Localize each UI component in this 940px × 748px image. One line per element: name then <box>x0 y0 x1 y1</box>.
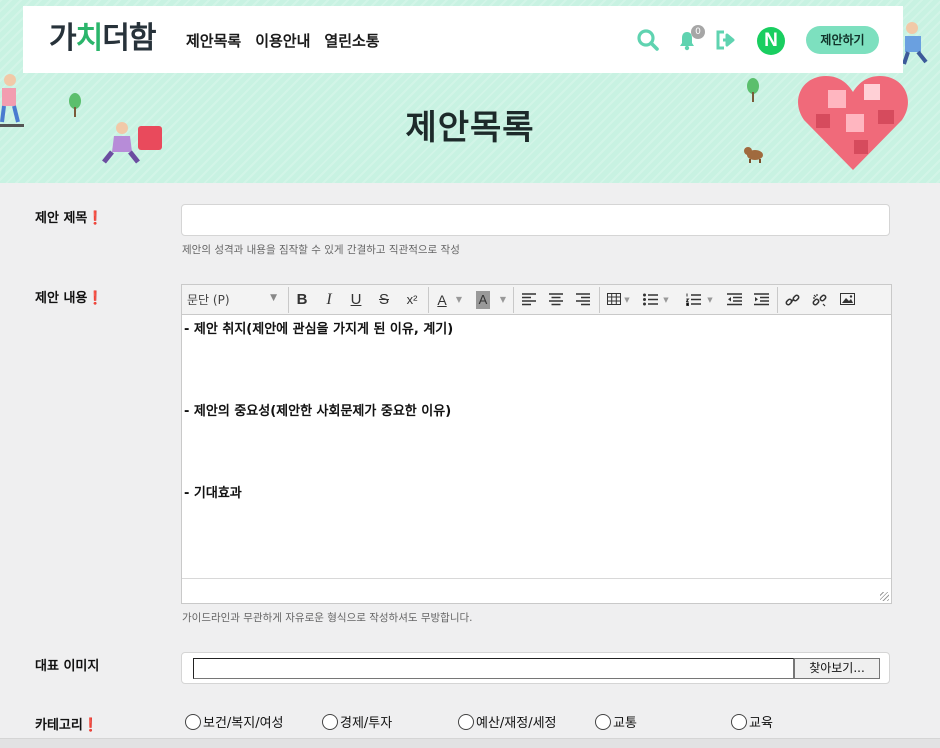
align-left-icon[interactable] <box>520 290 538 310</box>
indent-icon[interactable] <box>752 290 770 310</box>
category-option-economy[interactable]: 경제/투자 <box>322 712 392 731</box>
menu-item-proposal-list[interactable]: 제안목록 <box>186 30 241 51</box>
toolbar-divider <box>599 287 600 313</box>
category-option-label: 보건/복지/여성 <box>203 716 284 731</box>
align-right-icon[interactable] <box>574 290 592 310</box>
top-navigation: 가치더함 제안목록 이용안내 열린소통 0 N 제안하기 <box>23 6 903 73</box>
superscript-icon[interactable]: x² <box>403 290 421 310</box>
site-logo[interactable]: 가치더함 <box>49 20 156 58</box>
italic-icon[interactable]: I <box>321 290 337 310</box>
toolbar-divider <box>777 287 778 313</box>
logo-text-end: 더함 <box>102 21 156 56</box>
radio-button[interactable] <box>185 713 201 730</box>
radio-button[interactable] <box>595 713 611 730</box>
image-label: 대표 이미지 <box>35 659 100 674</box>
image-icon[interactable] <box>838 290 856 310</box>
toolbar-divider <box>513 287 514 313</box>
person-illustration <box>902 22 928 65</box>
chevron-down-icon: ▼ <box>270 293 277 303</box>
toolbar-divider <box>428 287 429 313</box>
underline-icon[interactable]: U <box>348 290 364 310</box>
naver-login-icon[interactable]: N <box>757 27 785 55</box>
numbered-list-icon[interactable] <box>684 290 702 310</box>
search-icon[interactable] <box>636 28 660 52</box>
category-option-label: 경제/투자 <box>340 716 393 731</box>
image-file-path-input[interactable] <box>193 658 794 679</box>
content-label: 제안 내용❗ <box>35 287 104 306</box>
paragraph-format-value: 문단 (P) <box>187 293 230 307</box>
table-icon[interactable] <box>605 290 623 310</box>
category-label: 카테고리❗ <box>35 714 99 733</box>
title-label-text: 제안 제목 <box>35 211 88 226</box>
radio-button[interactable] <box>458 713 474 730</box>
radio-button[interactable] <box>731 713 747 730</box>
content-line-importance: - 제안의 중요성(제안한 사회문제가 중요한 이유) <box>184 404 452 419</box>
link-icon[interactable] <box>783 290 801 310</box>
title-hint: 제안의 성격과 내용을 짐작할 수 있게 간결하고 직관적으로 작성 <box>182 244 460 256</box>
category-option-traffic[interactable]: 교통 <box>595 712 637 731</box>
font-color-icon[interactable]: A <box>434 290 450 310</box>
required-mark: ❗ <box>87 291 104 306</box>
category-option-label: 교통 <box>613 716 637 731</box>
content-line-expected-effect: - 기대효과 <box>184 486 242 501</box>
page-title: 제안목록 <box>405 108 535 148</box>
menu-item-open-communication[interactable]: 열린소통 <box>324 30 379 51</box>
bullet-list-icon[interactable] <box>641 290 659 310</box>
category-option-label: 교육 <box>749 716 773 731</box>
align-center-icon[interactable] <box>547 290 565 310</box>
bold-icon[interactable]: B <box>294 290 310 310</box>
resize-handle-icon[interactable] <box>880 592 889 601</box>
background-color-icon[interactable]: A <box>476 291 490 309</box>
image-upload-box: 찾아보기... <box>181 652 890 684</box>
propose-button[interactable]: 제안하기 <box>806 26 879 54</box>
outdent-icon[interactable] <box>725 290 743 310</box>
content-label-text: 제안 내용 <box>35 291 88 306</box>
category-option-budget[interactable]: 예산/재정/세정 <box>458 712 557 731</box>
chevron-down-icon[interactable]: ▼ <box>706 290 714 310</box>
category-option-label: 예산/재정/세정 <box>476 716 557 731</box>
paragraph-format-select[interactable]: 문단 (P) ▼ <box>187 291 283 309</box>
menu-item-guide[interactable]: 이용안내 <box>255 30 310 51</box>
logo-text-accent: 치 <box>75 21 104 56</box>
page-bottom-edge <box>0 738 940 748</box>
tree-icon <box>747 78 759 102</box>
category-label-text: 카테고리 <box>35 718 83 733</box>
content-hint: 가이드라인과 무관하게 자유로운 형식으로 작성하셔도 무방합니다. <box>182 612 473 624</box>
required-mark: ❗ <box>82 718 100 733</box>
main-menu: 제안목록 이용안내 열린소통 <box>186 30 380 51</box>
unlink-icon[interactable] <box>810 290 828 310</box>
chevron-down-icon[interactable]: ▼ <box>498 290 508 310</box>
rich-text-editor: 문단 (P) ▼ B I U S x² A ▼ A ▼ ▼ ▼ ▼ - 제안 취… <box>181 284 892 604</box>
title-input[interactable] <box>181 204 890 236</box>
editor-toolbar: 문단 (P) ▼ B I U S x² A ▼ A ▼ ▼ ▼ ▼ <box>182 285 891 315</box>
content-line-purpose: - 제안 취지(제안에 관심을 가지게 된 이유, 계기) <box>184 322 454 337</box>
required-mark: ❗ <box>87 211 104 226</box>
title-label: 제안 제목❗ <box>35 207 104 226</box>
logout-icon[interactable] <box>714 28 738 52</box>
toolbar-divider <box>288 287 289 313</box>
chevron-down-icon[interactable]: ▼ <box>454 290 464 310</box>
category-option-welfare[interactable]: 보건/복지/여성 <box>185 712 284 731</box>
radio-button[interactable] <box>322 713 338 730</box>
notification-count-badge: 0 <box>691 25 705 39</box>
editor-status-bar <box>182 578 891 603</box>
chevron-down-icon[interactable]: ▼ <box>662 290 670 310</box>
strikethrough-icon[interactable]: S <box>376 290 392 310</box>
browse-button[interactable]: 찾아보기... <box>794 658 880 679</box>
logo-text-start: 가 <box>49 21 77 56</box>
category-option-education[interactable]: 교육 <box>731 712 773 731</box>
chevron-down-icon[interactable]: ▼ <box>623 290 631 310</box>
